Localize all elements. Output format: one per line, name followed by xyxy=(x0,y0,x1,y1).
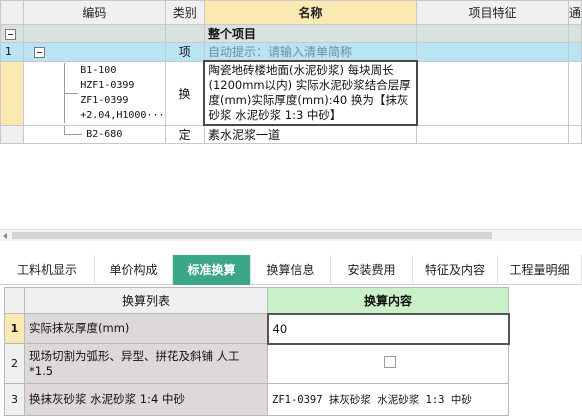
horizontal-scrollbar[interactable] xyxy=(0,229,582,241)
header-feature[interactable]: 项目特征 xyxy=(416,0,569,25)
bill-grid-panel: 编码 类别 名称 项目特征 通 整个项目 1 项 自动提示：请输入清单简称 B1… xyxy=(0,0,582,246)
header-conversion-list: 换算列表 xyxy=(24,287,268,314)
header-conversion-content: 换算内容 xyxy=(267,287,509,314)
conversion-label: 现场切割为弧形、异型、拼花及斜铺 人工*1.5 xyxy=(24,343,268,384)
scrollbar-thumb[interactable] xyxy=(12,232,492,239)
tab-standard-conversion[interactable]: 标准换算 xyxy=(173,255,251,285)
sub1-name-editor[interactable]: 陶瓷地砖楼地面(水泥砂浆) 每块周长(1200mm以内) 实际水泥砂浆结合层厚度… xyxy=(203,60,418,126)
header-corner xyxy=(0,0,25,25)
sub2-feature-cell[interactable] xyxy=(416,124,569,144)
mortar-replacement-value[interactable]: ZF1-0397 抹灰砂浆 水泥砂浆 1:3 中砂 xyxy=(267,383,509,416)
table-row-sub1[interactable]: B1-100 HZF1-0399 ZF1-0399 +2.04,H1000···… xyxy=(0,60,582,126)
root-feature-cell[interactable] xyxy=(416,24,569,43)
thickness-input[interactable]: 40 xyxy=(266,312,510,345)
sub2-code-cell[interactable]: B2-680 xyxy=(23,124,166,144)
conversion-label: 换抹灰砂浆 水泥砂浆 1:4 中砂 xyxy=(24,383,268,416)
tab-unit-price[interactable]: 单价构成 xyxy=(95,255,173,285)
conversion-header-row: 换算列表 换算内容 xyxy=(4,287,509,314)
sub1-code-cell[interactable]: B1-100 HZF1-0399 ZF1-0399 +2.04,H1000··· xyxy=(23,60,166,126)
row-indicator-2[interactable] xyxy=(0,124,25,144)
tab-conversion-info[interactable]: 换算信息 xyxy=(251,255,331,285)
root-type-cell[interactable] xyxy=(164,24,205,43)
header-type[interactable]: 类别 xyxy=(164,0,205,25)
tab-quantity-detail[interactable]: 工程量明细 xyxy=(498,255,582,285)
header-code[interactable]: 编码 xyxy=(23,0,166,25)
sub1-code-1: B1-100 xyxy=(80,65,117,76)
tab-features[interactable]: 特征及内容 xyxy=(413,255,498,285)
conversion-row[interactable]: 1 实际抹灰厚度(mm) 40 xyxy=(4,312,510,345)
root-code-cell[interactable] xyxy=(23,24,166,43)
checkbox[interactable] xyxy=(384,356,396,369)
row-indicator[interactable] xyxy=(0,60,25,126)
sub1-code-3: ZF1-0399 xyxy=(80,95,129,106)
detail-tabs: 工料机显示 单价构成 标准换算 换算信息 安装费用 特征及内容 工程量明细 xyxy=(0,255,582,285)
tab-labor-materials[interactable]: 工料机显示 xyxy=(0,255,95,285)
sub1-name[interactable]: 陶瓷地砖楼地面(水泥砂浆) 每块周长(1200mm以内) 实际水泥砂浆结合层厚度… xyxy=(208,63,412,123)
conversion-checkbox-cell[interactable] xyxy=(267,343,509,384)
sub1-code-4: +2.04,H1000··· xyxy=(80,110,165,121)
conversion-row-number[interactable]: 1 xyxy=(4,313,25,344)
grid-header-row: 编码 类别 名称 项目特征 通 xyxy=(0,0,582,25)
header-name[interactable]: 名称 xyxy=(203,0,418,25)
table-row-item[interactable]: 1 项 自动提示：请输入清单简称 xyxy=(0,42,582,62)
bill-grid: 编码 类别 名称 项目特征 通 整个项目 1 项 自动提示：请输入清单简称 B1… xyxy=(0,0,582,144)
sub1-code-2: HZF1-0399 xyxy=(80,80,135,91)
sub2-code: B2-680 xyxy=(86,128,123,140)
item-feature-cell[interactable] xyxy=(416,42,569,62)
tab-install-cost[interactable]: 安装费用 xyxy=(331,255,413,285)
row-number[interactable]: 1 xyxy=(0,42,25,62)
conversion-row-number[interactable]: 2 xyxy=(4,343,25,384)
conversion-panel: 换算列表 换算内容 1 实际抹灰厚度(mm) 40 2 现场切割为弧形、异型、拼… xyxy=(4,287,510,416)
table-row-root[interactable]: 整个项目 xyxy=(0,24,582,43)
table-row-sub2[interactable]: B2-680 定 素水泥浆一道 xyxy=(0,124,582,144)
collapse-toggle-root[interactable] xyxy=(0,24,25,43)
item-type[interactable]: 项 xyxy=(164,42,205,62)
root-name[interactable]: 整个项目 xyxy=(203,24,418,43)
item-name-hint[interactable]: 自动提示：请输入清单简称 xyxy=(203,42,418,62)
header-next[interactable]: 通 xyxy=(567,0,582,25)
minus-box-icon[interactable] xyxy=(5,28,16,40)
conversion-label: 实际抹灰厚度(mm) xyxy=(24,313,268,344)
conversion-row[interactable]: 3 换抹灰砂浆 水泥砂浆 1:4 中砂 ZF1-0397 抹灰砂浆 水泥砂浆 1… xyxy=(4,383,509,416)
conversion-table: 换算列表 换算内容 1 实际抹灰厚度(mm) 40 2 现场切割为弧形、异型、拼… xyxy=(4,287,510,416)
scroll-left-icon[interactable] xyxy=(3,233,7,239)
sub1-type[interactable]: 换 xyxy=(164,60,205,126)
minus-box-icon[interactable] xyxy=(34,46,46,58)
item-code-cell[interactable] xyxy=(23,42,166,62)
sub2-name[interactable]: 素水泥浆一道 xyxy=(203,124,418,144)
sub2-type[interactable]: 定 xyxy=(164,124,205,144)
sub1-feature-cell[interactable] xyxy=(416,60,569,126)
conversion-row[interactable]: 2 现场切割为弧形、异型、拼花及斜铺 人工*1.5 xyxy=(4,343,509,384)
conversion-row-number[interactable]: 3 xyxy=(4,383,25,416)
